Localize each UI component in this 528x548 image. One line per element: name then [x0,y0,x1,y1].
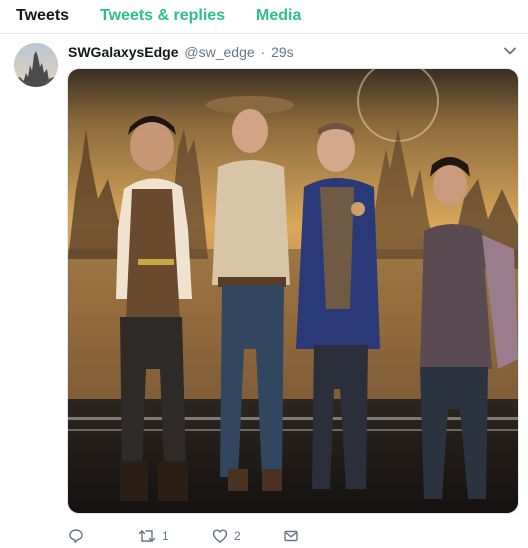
timestamp[interactable]: 29s [271,44,294,60]
user-handle[interactable]: @sw_edge [184,44,254,60]
tweet-photo[interactable] [67,68,519,514]
direct-message-button[interactable] [283,526,299,546]
display-name[interactable]: SWGalaxysEdge [68,44,179,60]
reply-icon [69,529,83,543]
tweet-actions: 1 2 [0,526,528,546]
like-button[interactable]: 2 [212,526,241,546]
retweet-icon [138,530,156,542]
profile-tabs: Tweets Tweets & replies Media [0,0,528,34]
avatar[interactable] [14,43,58,87]
tweet-header: SWGalaxysEdge @sw_edge · 29s [68,43,294,61]
tab-tweets-and-replies[interactable]: Tweets & replies [100,6,225,26]
retweet-count: 1 [162,529,169,543]
reply-button[interactable] [68,526,90,546]
envelope-icon [284,530,298,542]
separator: · [260,44,266,60]
heart-icon [212,529,228,543]
tab-tweets[interactable]: Tweets [16,6,69,26]
chevron-down-icon[interactable] [503,44,517,58]
avatar-image [14,43,58,87]
tab-media[interactable]: Media [256,6,301,26]
retweet-button[interactable]: 1 [138,526,169,546]
photo-image [68,69,518,513]
like-count: 2 [234,529,241,543]
